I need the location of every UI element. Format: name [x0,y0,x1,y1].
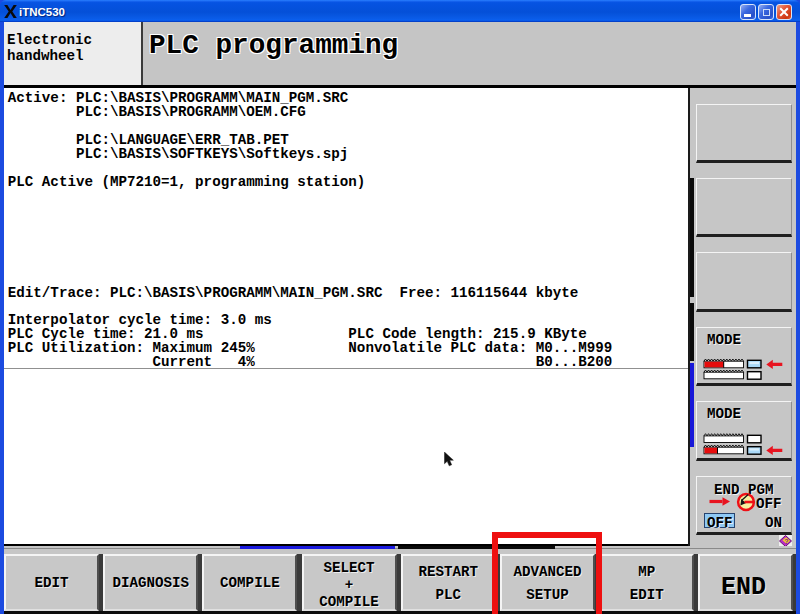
svg-text:?: ? [784,538,788,545]
